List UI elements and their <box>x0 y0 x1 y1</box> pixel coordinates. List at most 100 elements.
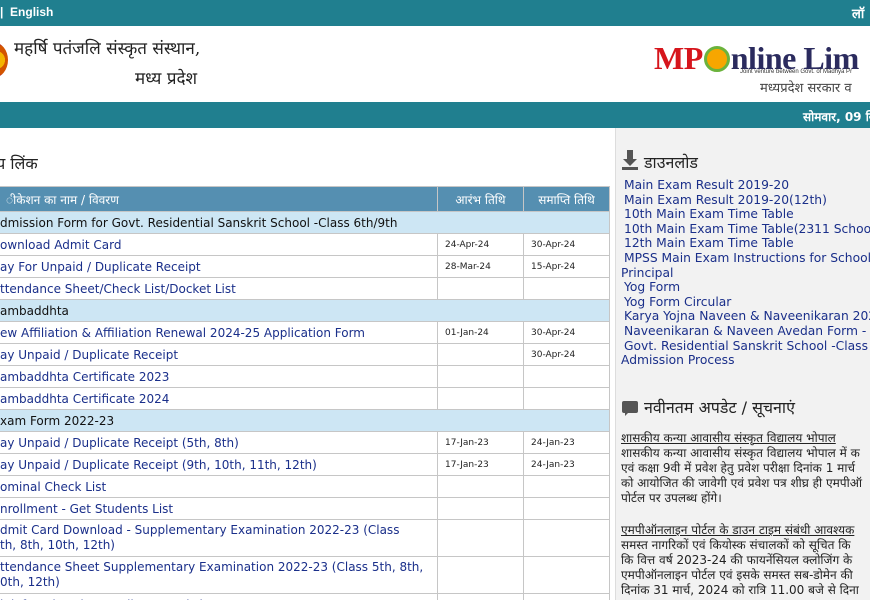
download-link[interactable]: Govt. Residential Sanskrit School -Class… <box>621 339 870 368</box>
start-date-cell <box>437 593 524 600</box>
application-link[interactable]: ay Unpaid / Duplicate Receipt (9th, 10th… <box>0 458 317 472</box>
download-link[interactable]: Naveenikaran & Naveen Avedan Form - 2 <box>624 324 870 338</box>
end-date-cell <box>523 387 610 410</box>
download-item: Main Exam Result 2019-20 <box>621 178 870 193</box>
download-link[interactable]: Yog Form <box>624 280 680 294</box>
download-item: Govt. Residential Sanskrit School -Class… <box>621 339 870 368</box>
date-bar: सोमवार, 09 सि <box>0 102 870 128</box>
application-link[interactable]: ownload Admit Card <box>0 238 121 252</box>
download-item: MPSS Main Exam Instructions for School P… <box>621 251 870 280</box>
sidebar: डाउनलोड Main Exam Result 2019-20 Main Exa… <box>615 128 870 600</box>
application-link[interactable]: ambaddhta Certificate 2023 <box>0 370 169 384</box>
news-line: एमपीऑनलाइन पोर्टल एवं इसके समस्त सब-डोमे… <box>621 568 853 582</box>
application-name-cell: ambaddhta Certificate 2023 <box>0 365 438 388</box>
application-name-cell: ay Unpaid / Duplicate Receipt (9th, 10th… <box>0 453 438 476</box>
end-date-cell: 24-Jan-23 <box>523 431 610 454</box>
application-link[interactable]: ttendance Sheet Supplementary Examinatio… <box>0 560 423 589</box>
news-line: एवं कक्षा 9वी में प्रवेश हेतु प्रवेश परी… <box>621 461 856 475</box>
download-link[interactable]: 10th Main Exam Time Table <box>624 207 794 221</box>
download-item: 10th Main Exam Time Table(2311 School <box>621 222 870 237</box>
table-row: dmit Card Download - Supplementary Exami… <box>0 519 610 557</box>
top-bar: | English लॉ <box>0 0 870 26</box>
table-row: ay Unpaid / Duplicate Receipt (5th, 8th)… <box>0 431 610 454</box>
application-link[interactable]: ew Affiliation & Affiliation Renewal 202… <box>0 326 365 340</box>
org-name-line1: महर्षि पतंजलि संस्कृत संस्थान, <box>14 39 201 59</box>
news-line: शासकीय कन्या आवासीय संस्कृत विद्यालय भोप… <box>621 446 860 460</box>
start-date-cell <box>437 343 524 366</box>
login-link[interactable]: लॉ <box>852 4 864 22</box>
start-date-cell <box>437 475 524 498</box>
applications-table: ीकेशन का नाम / विवरण आरंभ तिथि समाप्ति त… <box>0 186 610 600</box>
language-english-link[interactable]: English <box>10 5 53 19</box>
table-row: ttendance Sheet/Check List/Docket List <box>0 277 610 300</box>
table-row: ew Affiliation & Affiliation Renewal 202… <box>0 321 610 344</box>
end-date-cell: 30-Apr-24 <box>523 321 610 344</box>
start-date-cell: 28-Mar-24 <box>437 255 524 278</box>
application-link[interactable]: ay For Unpaid / Duplicate Receipt <box>0 260 201 274</box>
news-title[interactable]: एमपीऑनलाइन पोर्टल के डाउन टाइम संबंधी आव… <box>621 523 870 538</box>
category-label: xam Form 2022-23 <box>0 409 610 432</box>
download-link[interactable]: 10th Main Exam Time Table(2311 School <box>624 222 870 236</box>
news-item: शासकीय कन्या आवासीय संस्कृत विद्यालय भोप… <box>621 431 870 506</box>
end-date-cell: 15-Apr-24 <box>523 255 610 278</box>
news-title[interactable]: शासकीय कन्या आवासीय संस्कृत विद्यालय भोप… <box>621 431 870 446</box>
application-link[interactable]: ttendance Sheet/Check List/Docket List <box>0 282 236 296</box>
download-link[interactable]: Main Exam Result 2019-20(12th) <box>624 193 827 207</box>
news-line: को आयोजित की जावेगी एवं प्रवेश पत्र शीघ्… <box>621 476 862 490</box>
table-row: ttendance Sheet Supplementary Examinatio… <box>0 556 610 594</box>
application-link[interactable]: ominal Check List <box>0 480 106 494</box>
download-item: Karya Yojna Naveen & Naveenikaran 202 <box>621 309 870 324</box>
table-row: ambaddhta Certificate 2024 <box>0 387 610 410</box>
end-date-cell: 30-Apr-24 <box>523 233 610 256</box>
org-name-line2: मध्य प्रदेश <box>135 69 198 89</box>
table-row: ominal Check List <box>0 475 610 498</box>
application-link-text: 0th, 12th) <box>0 575 60 589</box>
table-header-row: ीकेशन का नाम / विवरण आरंभ तिथि समाप्ति त… <box>0 186 610 212</box>
application-link[interactable]: ay Unpaid / Duplicate Receipt (5th, 8th) <box>0 436 239 450</box>
category-row: ambaddhta <box>0 299 610 322</box>
downloads-list: Main Exam Result 2019-20 Main Exam Result… <box>621 178 870 368</box>
application-link[interactable]: dmit Card Download - Supplementary Exami… <box>0 523 399 552</box>
table-row: ay Unpaid / Duplicate Receipt 30-Apr-24 <box>0 343 610 366</box>
application-name-cell: ominal Check List <box>0 475 438 498</box>
table-row: nrollment - Get Students List <box>0 497 610 520</box>
table-row: ownload Admit Card 24-Apr-24 30-Apr-24 <box>0 233 610 256</box>
end-date-cell <box>523 497 610 520</box>
site-header: महर्षि पतंजलि संस्कृत संस्थान, मध्य प्रद… <box>0 26 870 102</box>
end-date-cell <box>523 519 610 557</box>
application-name-cell: ink for Migration/Duplicate Marksheet <box>0 593 438 600</box>
download-link[interactable]: Karya Yojna Naveen & Naveenikaran 202 <box>624 309 870 323</box>
start-date-cell: 01-Jan-24 <box>437 321 524 344</box>
application-link-text: nrollment - Get Students List <box>0 501 174 516</box>
application-link[interactable]: ambaddhta Certificate 2024 <box>0 392 169 406</box>
download-link[interactable]: Yog Form Circular <box>624 295 731 309</box>
table-row: ay For Unpaid / Duplicate Receipt 28-Mar-… <box>0 255 610 278</box>
news-line: पोर्टल पर उपलब्ध होंगे। <box>621 491 722 505</box>
application-link-text: ew Affiliation & Affiliation Renewal 202… <box>0 325 365 340</box>
section-title: य लिंक <box>0 154 38 173</box>
application-link[interactable]: nrollment - Get Students List <box>0 502 173 516</box>
application-link-text: dmit Card Download - Supplementary Exami… <box>0 523 400 537</box>
application-name-cell: nrollment - Get Students List <box>0 497 438 520</box>
end-date-cell <box>523 593 610 600</box>
end-date-cell: 24-Jan-23 <box>523 453 610 476</box>
application-link-text: ownload Admit Card <box>0 237 122 252</box>
download-link[interactable]: MPSS Main Exam Instructions for School P… <box>621 251 870 280</box>
language-switch: | English <box>0 5 53 19</box>
joint-venture-text: Joint venture between Govt. of Madhya Pr <box>740 69 853 75</box>
application-name-cell: ay For Unpaid / Duplicate Receipt <box>0 255 438 278</box>
download-link[interactable]: 12th Main Exam Time Table <box>624 236 794 250</box>
end-date-cell <box>523 365 610 388</box>
application-link[interactable]: ay Unpaid / Duplicate Receipt <box>0 348 178 362</box>
logo-globe-icon <box>703 46 730 72</box>
download-item: Yog Form <box>621 280 870 295</box>
start-date-cell: 24-Apr-24 <box>437 233 524 256</box>
category-label: ambaddhta <box>0 299 610 322</box>
table-row: ink for Migration/Duplicate Marksheet <box>0 593 610 600</box>
download-link[interactable]: Main Exam Result 2019-20 <box>624 178 789 192</box>
category-row: dmission Form for Govt. Residential Sans… <box>0 211 610 234</box>
header-end-date: समाप्ति तिथि <box>523 186 610 212</box>
news-item: एमपीऑनलाइन पोर्टल के डाउन टाइम संबंधी आव… <box>621 523 870 598</box>
application-link-text: ambaddhta Certificate 2024 <box>0 391 170 406</box>
downloads-heading: डाउनलोड <box>622 150 698 173</box>
